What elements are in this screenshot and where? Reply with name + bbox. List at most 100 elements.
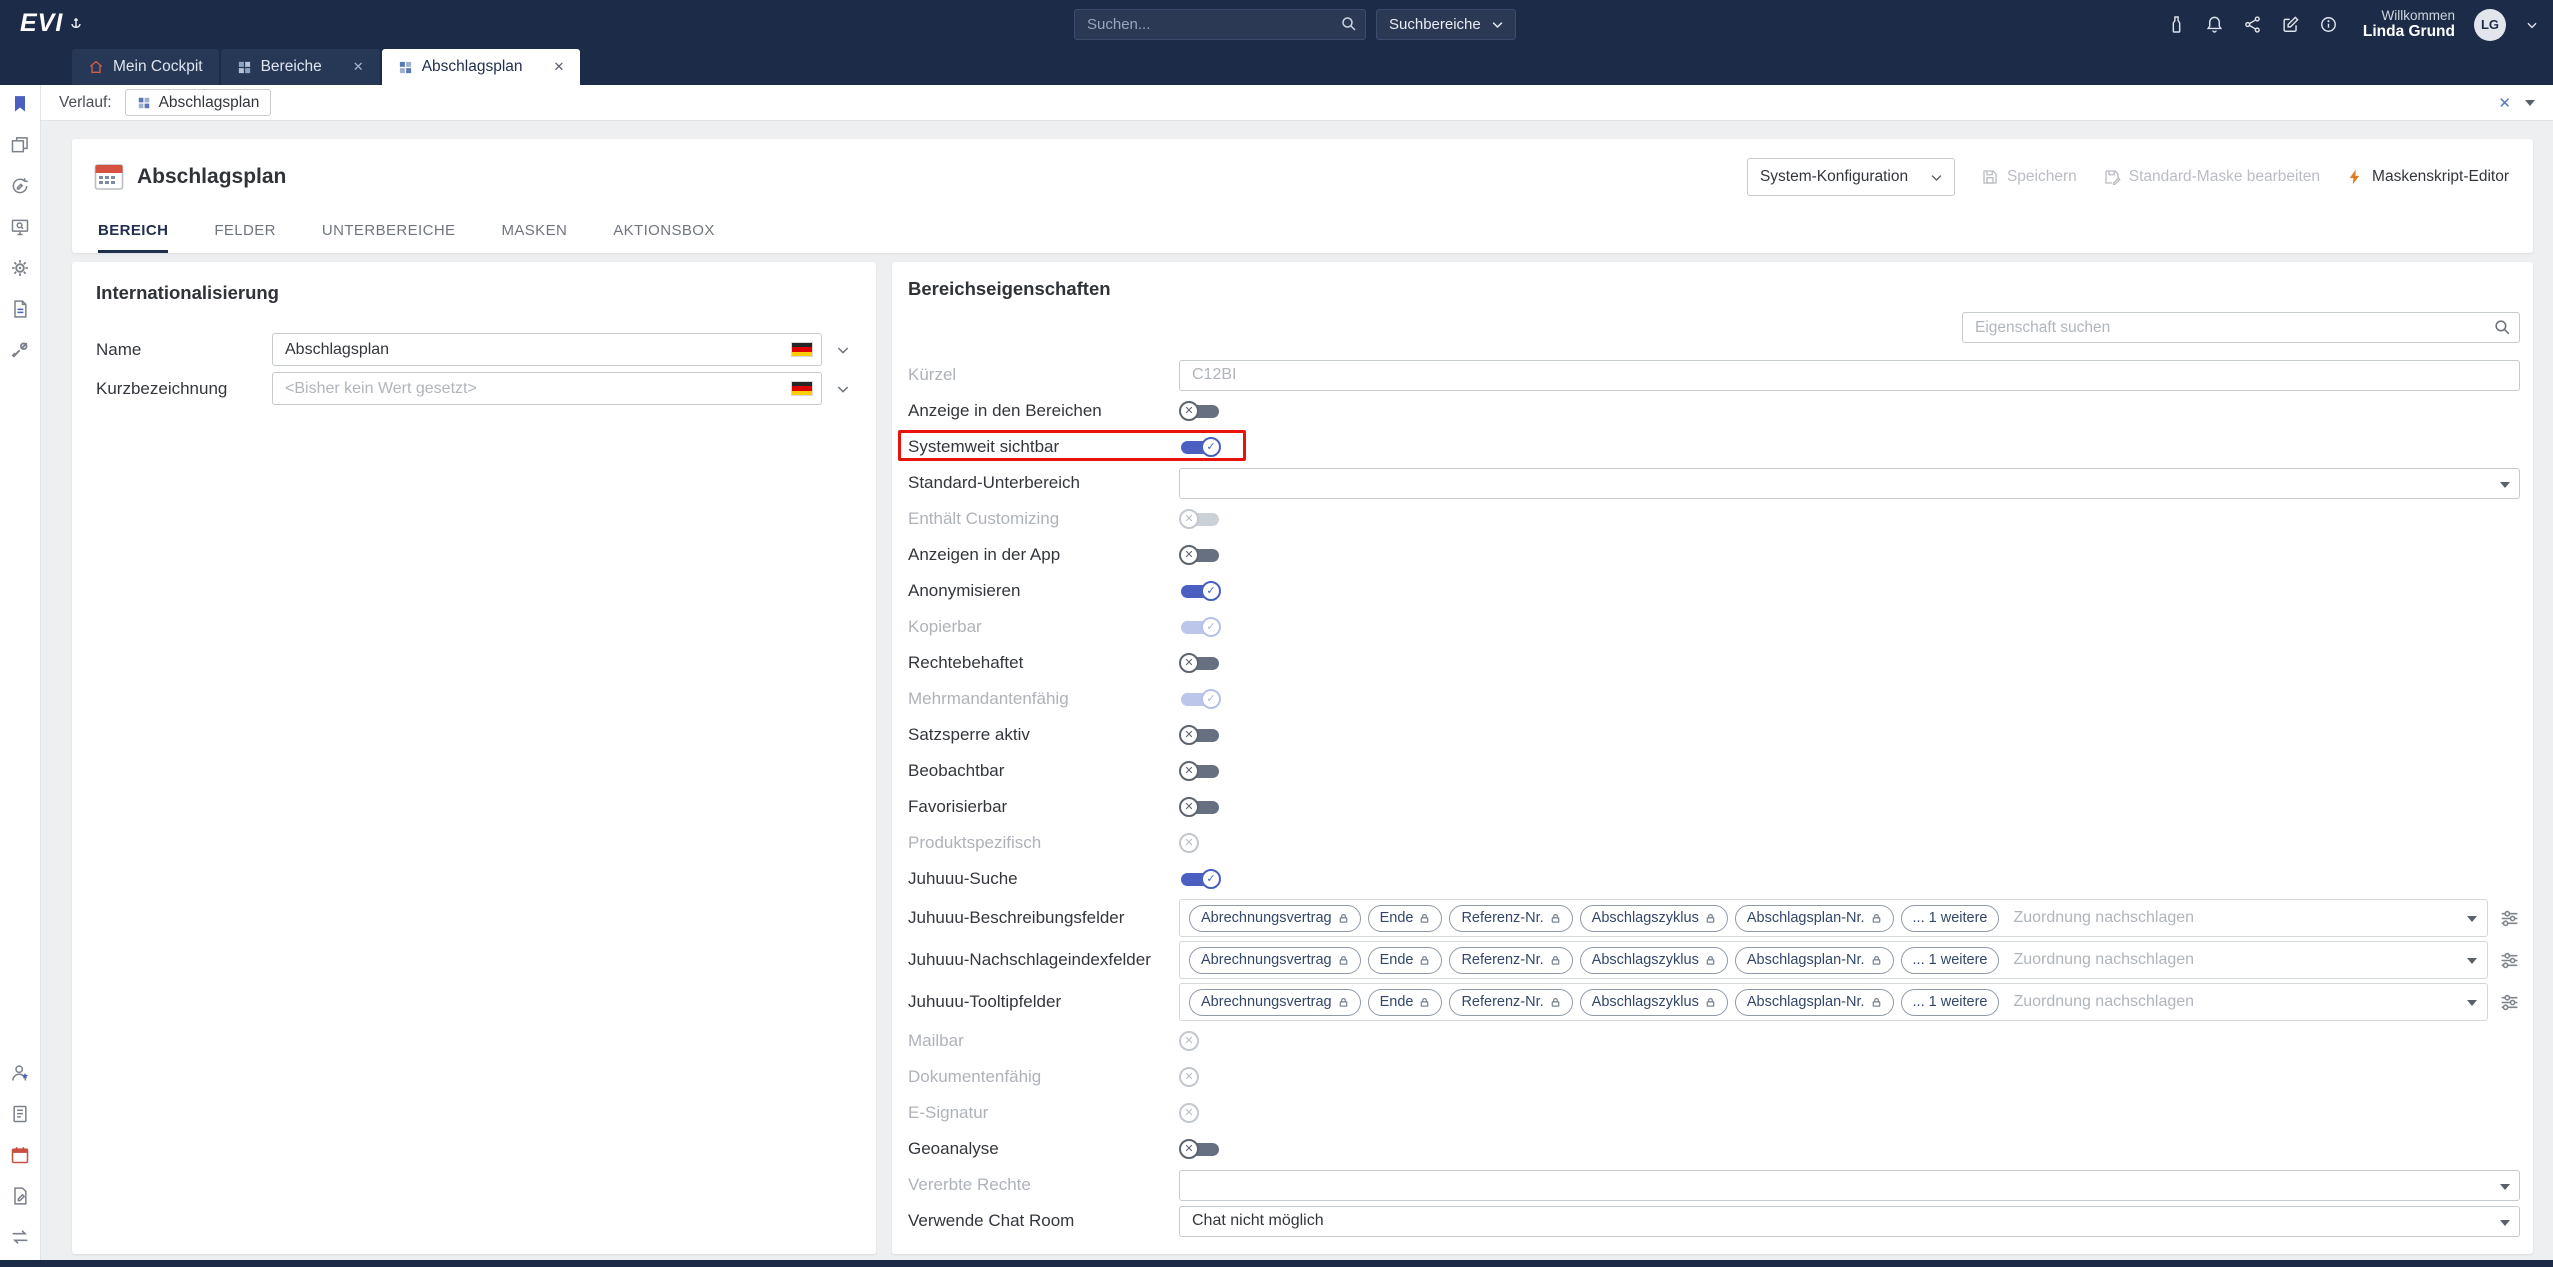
toggle-switch: ✓: [1179, 617, 1221, 637]
property-label: Mailbar: [908, 1031, 1179, 1051]
toggle-switch[interactable]: ✕: [1179, 1139, 1221, 1159]
chip[interactable]: ... 1 weitere: [1901, 905, 2000, 932]
toggle-switch[interactable]: ✕: [1179, 725, 1221, 745]
property-label: Anzeigen in der App: [908, 545, 1179, 565]
kurzbezeichnung-input-wrap: [272, 372, 822, 405]
report-icon[interactable]: [10, 299, 30, 319]
chip[interactable]: ... 1 weitere: [1901, 989, 2000, 1016]
footer-bar: [0, 1260, 2553, 1267]
edit-standard-mask-button[interactable]: Standard-Maske bearbeiten: [2103, 168, 2320, 186]
chip-label: ... 1 weitere: [1913, 994, 1988, 1010]
main-content: Abschlagsplan System-Konfiguration Speic…: [41, 121, 2553, 1260]
chevron-down-icon[interactable]: [2525, 18, 2539, 32]
kurzbezeichnung-input[interactable]: [272, 372, 822, 405]
chip[interactable]: Abrechnungsvertrag: [1189, 947, 1361, 974]
chip[interactable]: Ende: [1368, 905, 1443, 932]
x-icon: ✕: [1179, 1139, 1199, 1159]
chevron-down-icon[interactable]: [835, 342, 851, 358]
document-edit-icon[interactable]: [10, 1186, 30, 1206]
user-star-icon[interactable]: [10, 1063, 30, 1083]
toggle-switch[interactable]: ✓: [1179, 869, 1221, 889]
chip[interactable]: Abschlagsplan-Nr.: [1735, 947, 1894, 974]
name-input[interactable]: [272, 333, 822, 366]
property-label: Anonymisieren: [908, 581, 1179, 601]
calendar-icon[interactable]: [10, 1145, 30, 1165]
history-chip[interactable]: Abschlagsplan: [125, 89, 272, 116]
header-actions: System-Konfiguration Speichern Standard-…: [1747, 158, 2509, 196]
swap-icon[interactable]: [10, 1227, 30, 1247]
chip[interactable]: Ende: [1368, 947, 1443, 974]
bell-icon[interactable]: [2205, 15, 2224, 34]
help-icon[interactable]: [2319, 15, 2338, 34]
property-control: Abrechnungsvertrag EndeReferenz-Nr. Abschl…: [1179, 941, 2520, 979]
lock-icon: [1338, 955, 1349, 966]
windows-icon[interactable]: [10, 135, 30, 155]
chips-field[interactable]: Abrechnungsvertrag EndeReferenz-Nr. Abschl…: [1179, 941, 2488, 979]
configuration-select[interactable]: System-Konfiguration: [1747, 158, 1955, 196]
history-edit-icon[interactable]: [10, 176, 30, 196]
screen-search-icon[interactable]: [10, 217, 30, 237]
x-icon: ✕: [1179, 725, 1199, 745]
bookmark-icon[interactable]: [10, 94, 30, 114]
bottle-icon[interactable]: [2167, 15, 2186, 34]
toggle-switch[interactable]: ✕: [1179, 653, 1221, 673]
save-button[interactable]: Speichern: [1981, 168, 2077, 186]
chip[interactable]: Abrechnungsvertrag: [1189, 989, 1361, 1016]
toggle-switch[interactable]: ✕: [1179, 797, 1221, 817]
mask-script-editor-button[interactable]: Maskenskript-Editor: [2346, 168, 2509, 186]
close-icon[interactable]: ✕: [353, 59, 364, 75]
tab-masken[interactable]: MASKEN: [501, 222, 567, 253]
avatar[interactable]: LG: [2474, 9, 2506, 41]
chips-field[interactable]: Abrechnungsvertrag EndeReferenz-Nr. Abschl…: [1179, 983, 2488, 1021]
chip[interactable]: Referenz-Nr.: [1449, 947, 1572, 974]
chips-field[interactable]: Abrechnungsvertrag EndeReferenz-Nr. Abschl…: [1179, 899, 2488, 937]
tab-mein-cockpit[interactable]: Mein Cockpit: [72, 49, 219, 85]
avatar-initials: LG: [2481, 17, 2499, 32]
tab-bereich[interactable]: BEREICH: [98, 222, 168, 253]
tab-bereiche[interactable]: Bereiche ✕: [221, 49, 380, 85]
close-icon[interactable]: ✕: [2498, 94, 2511, 112]
close-icon[interactable]: ✕: [554, 59, 565, 75]
search-icon[interactable]: [1340, 15, 1358, 38]
property-select[interactable]: [1179, 468, 2520, 499]
chip[interactable]: Abschlagsplan-Nr.: [1735, 905, 1894, 932]
adjust-icon[interactable]: [2499, 908, 2520, 929]
property-select[interactable]: Chat nicht möglich: [1179, 1206, 2520, 1237]
chip[interactable]: Abschlagszyklus: [1580, 905, 1728, 932]
property-text-input: [1179, 360, 2520, 391]
toggle-switch[interactable]: ✓: [1179, 437, 1221, 457]
chip[interactable]: Abrechnungsvertrag: [1189, 905, 1361, 932]
chevron-down-icon[interactable]: [2525, 100, 2535, 106]
chip[interactable]: Abschlagsplan-Nr.: [1735, 989, 1894, 1016]
search-scope-select[interactable]: Suchbereiche: [1376, 9, 1516, 40]
chip[interactable]: Abschlagszyklus: [1580, 989, 1728, 1016]
adjust-icon[interactable]: [2499, 950, 2520, 971]
tab-aktionsbox[interactable]: AKTIONSBOX: [613, 222, 715, 253]
adjust-icon[interactable]: [2499, 992, 2520, 1013]
toggle-switch[interactable]: ✕: [1179, 545, 1221, 565]
tab-felder[interactable]: FELDER: [214, 222, 276, 253]
search-icon[interactable]: [2493, 318, 2512, 342]
share-icon[interactable]: [2243, 15, 2262, 34]
tools-icon[interactable]: [10, 340, 30, 360]
toggle-switch[interactable]: ✕: [1179, 401, 1221, 421]
lock-icon: [1705, 955, 1716, 966]
toggle-switch[interactable]: ✕: [1179, 761, 1221, 781]
search-input[interactable]: [1074, 9, 1366, 40]
chip[interactable]: ... 1 weitere: [1901, 947, 2000, 974]
property-label: Enthält Customizing: [908, 509, 1179, 529]
chip[interactable]: Referenz-Nr.: [1449, 989, 1572, 1016]
compose-icon[interactable]: [2281, 15, 2300, 34]
chevron-down-icon[interactable]: [835, 381, 851, 397]
tab-abschlagsplan[interactable]: Abschlagsplan ✕: [382, 49, 581, 85]
property-select[interactable]: [1179, 1170, 2520, 1201]
property-search-input[interactable]: [1962, 312, 2520, 343]
tab-unterbereiche[interactable]: UNTERBEREICHE: [322, 222, 456, 253]
toggle-switch[interactable]: ✓: [1179, 581, 1221, 601]
chip[interactable]: Abschlagszyklus: [1580, 947, 1728, 974]
chip[interactable]: Ende: [1368, 989, 1443, 1016]
notes-icon[interactable]: [10, 1104, 30, 1124]
abschlagsplan-page-icon: [94, 162, 124, 192]
chip[interactable]: Referenz-Nr.: [1449, 905, 1572, 932]
gear-icon[interactable]: [10, 258, 30, 278]
